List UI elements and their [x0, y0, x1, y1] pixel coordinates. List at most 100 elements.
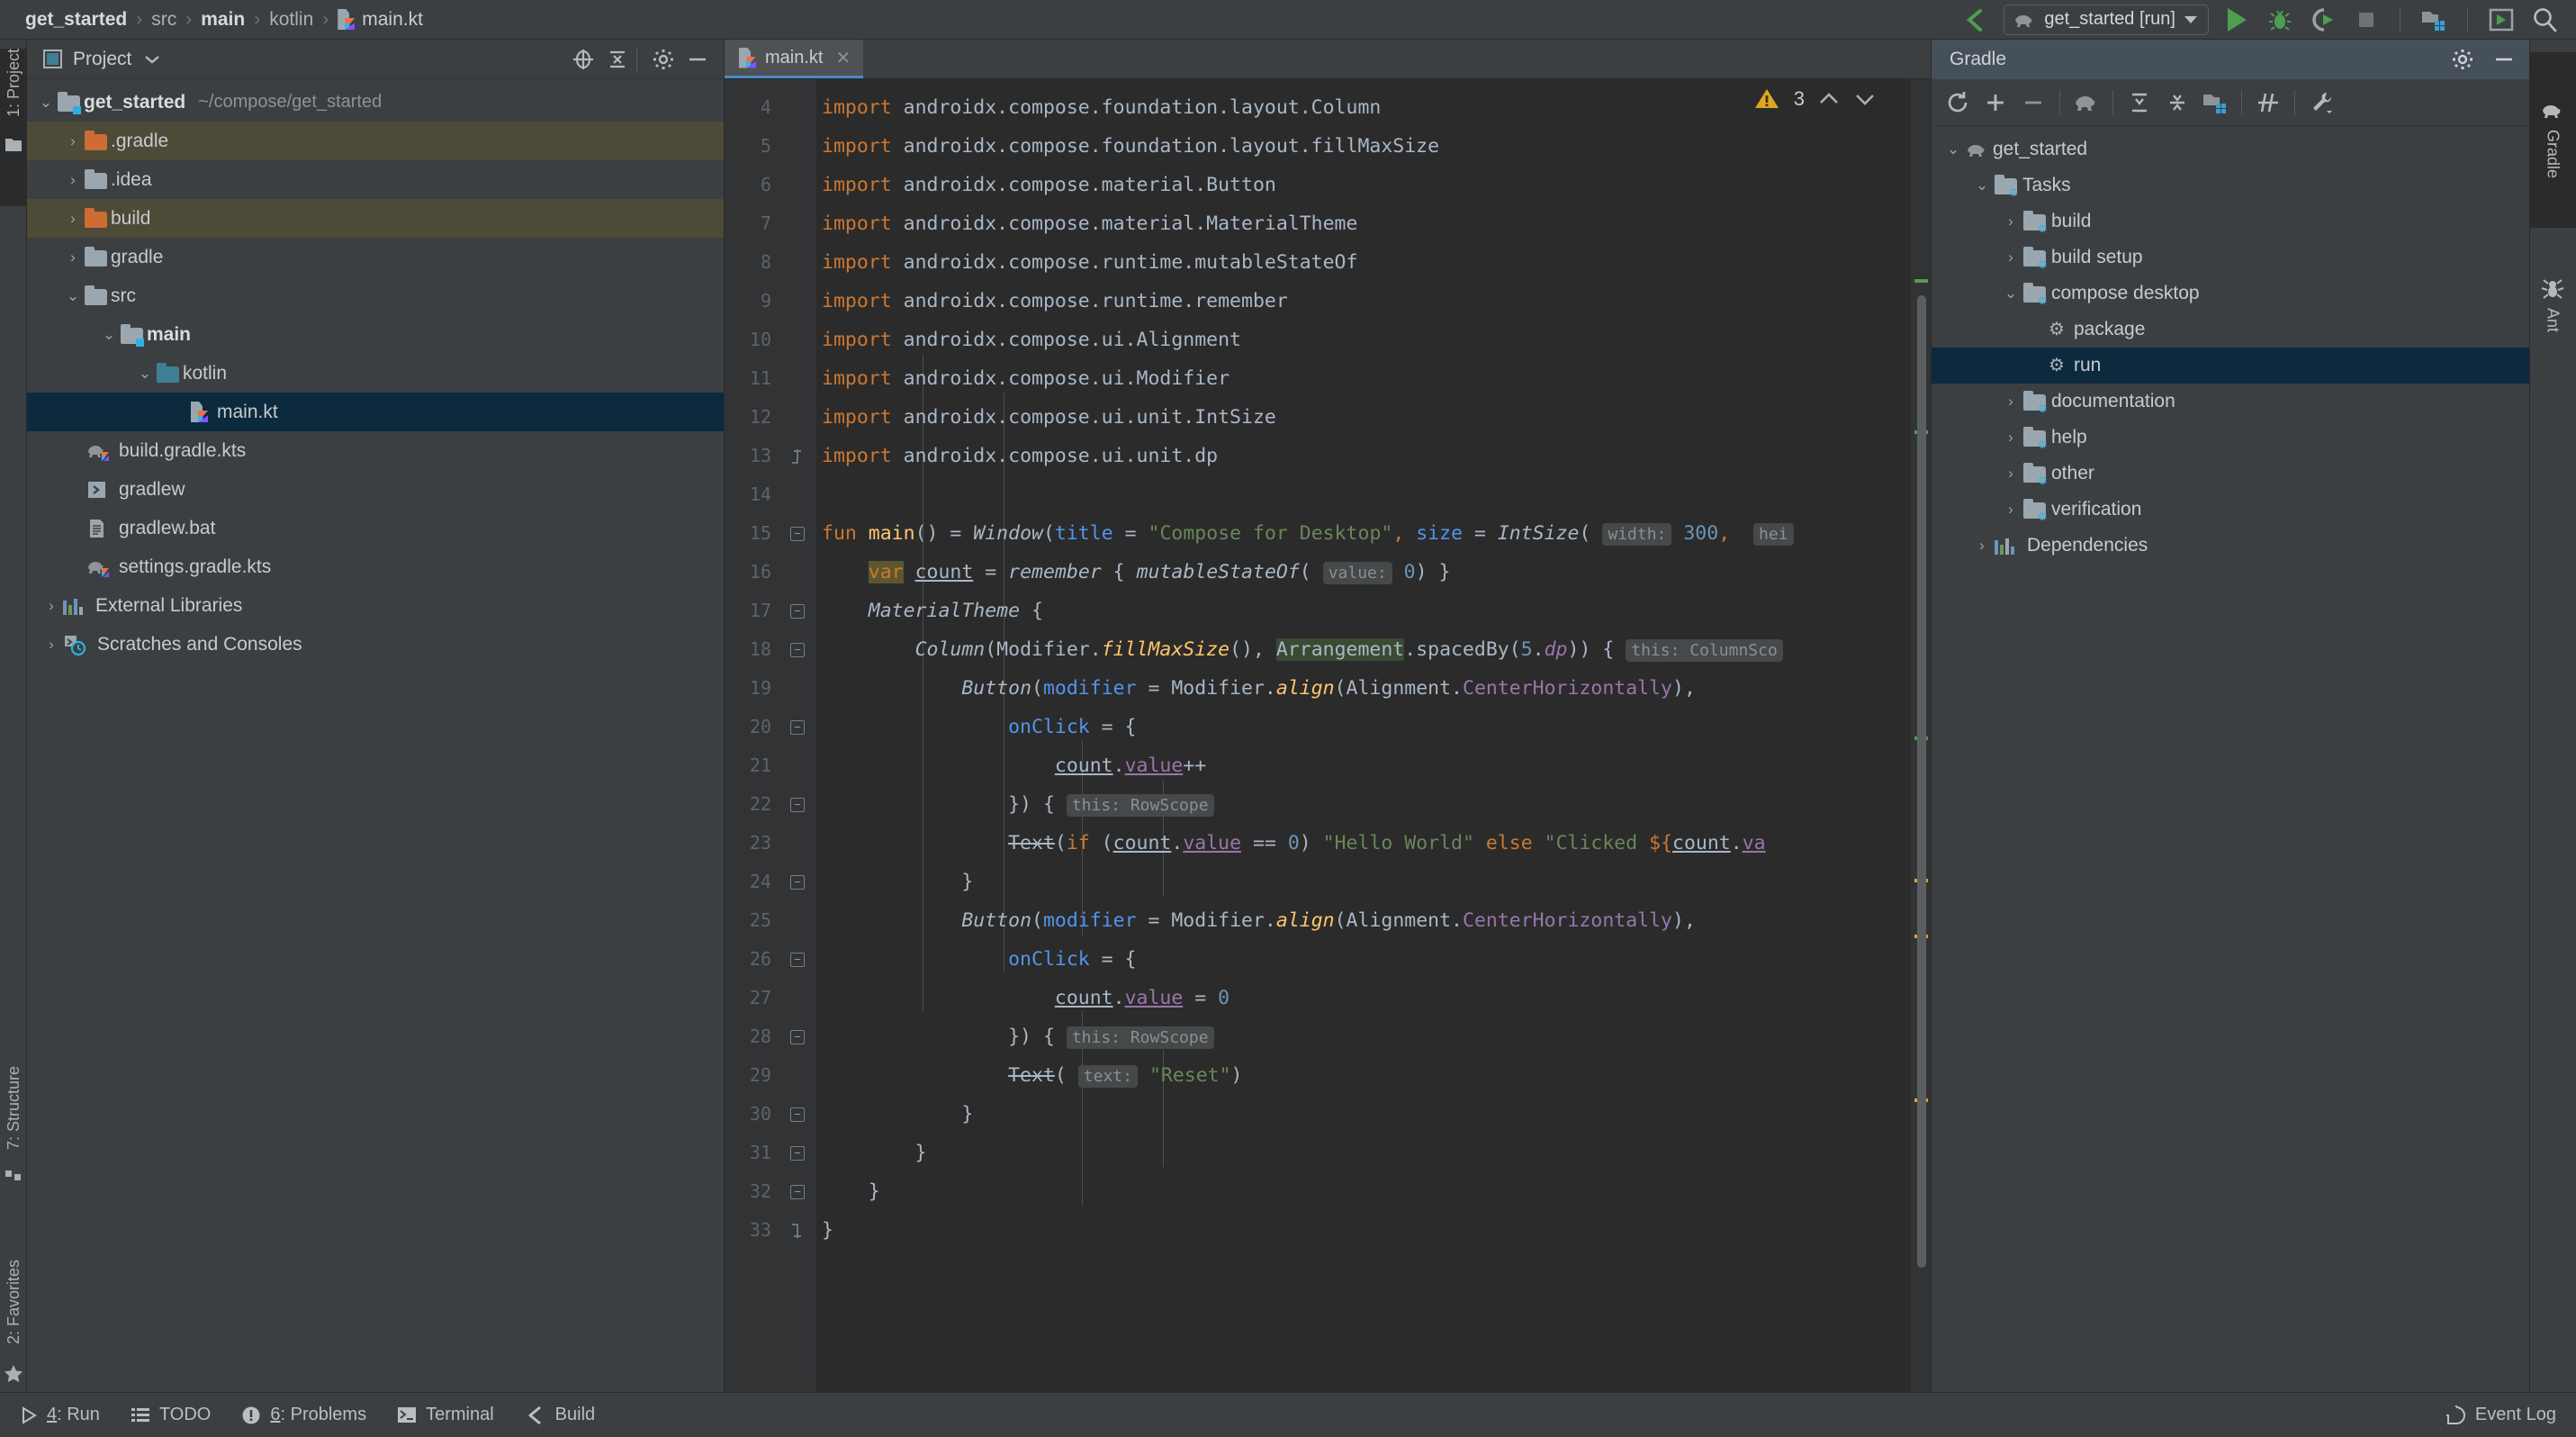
- fold-end-marker[interactable]: −: [779, 1017, 816, 1056]
- chevron-down-icon[interactable]: [1853, 90, 1877, 108]
- inspection-widget[interactable]: 3: [1754, 86, 1877, 112]
- gradle-tree-item-help[interactable]: › ⚙ help: [1932, 420, 2529, 456]
- editor-scrollbar-thumb[interactable]: [1917, 295, 1926, 1268]
- sidebar-item-project[interactable]: 1: Project: [0, 49, 27, 206]
- gear-icon[interactable]: [650, 46, 677, 73]
- run-button[interactable]: [2221, 5, 2252, 35]
- fold-end-marker[interactable]: [779, 1211, 816, 1250]
- chevron-right-icon[interactable]: ›: [61, 249, 85, 267]
- chevron-right-icon[interactable]: ›: [1998, 393, 2023, 411]
- fold-start-marker[interactable]: −: [779, 514, 816, 553]
- chevron-down-icon[interactable]: ⌄: [34, 94, 58, 112]
- remove-icon[interactable]: [2016, 86, 2050, 120]
- collapse-all-icon[interactable]: [604, 46, 631, 73]
- close-icon[interactable]: ✕: [835, 47, 851, 69]
- status-item-terminal[interactable]: Terminal: [397, 1405, 494, 1425]
- chevron-down-icon[interactable]: ⌄: [61, 287, 85, 305]
- gradle-tree-item-other[interactable]: › ⚙ other: [1932, 456, 2529, 492]
- tree-item-main[interactable]: ⌄ main: [27, 315, 724, 354]
- gradle-tree[interactable]: ⌄ get_started ⌄ ⚙ Tasks › ⚙ build › ⚙: [1932, 126, 2529, 1392]
- add-icon[interactable]: [1978, 86, 2013, 120]
- fold-end-marker[interactable]: −: [779, 785, 816, 824]
- tree-item-gradlew[interactable]: gradlew: [27, 470, 724, 509]
- chevron-right-icon[interactable]: ›: [1998, 429, 2023, 447]
- locate-icon[interactable]: [570, 46, 597, 73]
- tree-item-get-started[interactable]: ⌄ get_started ~/compose/get_started: [27, 83, 724, 122]
- chevron-up-icon[interactable]: [1817, 90, 1841, 108]
- chevron-down-icon[interactable]: ⌄: [97, 326, 121, 344]
- fold-end-marker[interactable]: [779, 437, 816, 475]
- tree-item-gradle[interactable]: › gradle: [27, 238, 724, 276]
- tree-item-external-libraries[interactable]: › External Libraries: [27, 586, 724, 625]
- run-with-coverage-button[interactable]: [2308, 5, 2338, 35]
- fold-start-marker[interactable]: −: [779, 940, 816, 979]
- breadcrumb-item-3[interactable]: kotlin: [262, 9, 320, 31]
- tree-item-src[interactable]: ⌄ src: [27, 276, 724, 315]
- stop-button[interactable]: [2351, 5, 2382, 35]
- tree-item-scratches-and-consoles[interactable]: › Scratches and Consoles: [27, 625, 724, 664]
- chevron-right-icon[interactable]: ›: [1969, 537, 1995, 555]
- chevron-down-icon[interactable]: ⌄: [133, 365, 157, 383]
- toggle-offline-icon[interactable]: [2251, 86, 2285, 120]
- sidebar-item-gradle[interactable]: Gradle: [2529, 52, 2576, 228]
- editor-canvas[interactable]: 4 5 6 7 8 9 10 11 12 13 14 15 16 17 18 1…: [725, 79, 1931, 1392]
- breadcrumb-item-file[interactable]: main.kt: [330, 9, 423, 31]
- breadcrumb-item-0[interactable]: get_started: [18, 9, 134, 31]
- gradle-tree-item-build-setup[interactable]: › ⚙ build setup: [1932, 240, 2529, 276]
- fold-end-marker[interactable]: −: [779, 1095, 816, 1134]
- settings-wrench-icon[interactable]: [2304, 86, 2338, 120]
- gradle-tree-item-documentation[interactable]: › ⚙ documentation: [1932, 384, 2529, 420]
- gradle-tree-item-package[interactable]: ⚙ package: [1932, 312, 2529, 348]
- chevron-right-icon[interactable]: ›: [61, 132, 85, 150]
- search-everywhere-icon[interactable]: [2529, 5, 2560, 35]
- hide-icon[interactable]: [684, 46, 711, 73]
- gradle-tree-item-build[interactable]: › ⚙ build: [1932, 203, 2529, 240]
- project-tree[interactable]: ⌄ get_started ~/compose/get_started › .g…: [27, 79, 724, 1392]
- fold-end-marker[interactable]: −: [779, 1134, 816, 1172]
- chevron-right-icon[interactable]: ›: [61, 171, 85, 189]
- run-configuration-selector[interactable]: get_started [run]: [2004, 5, 2209, 35]
- project-structure-icon[interactable]: [2198, 86, 2232, 120]
- preview-window-icon[interactable]: [2486, 5, 2517, 35]
- chevron-right-icon[interactable]: ›: [40, 597, 63, 615]
- gear-icon[interactable]: [2452, 49, 2473, 70]
- hide-icon[interactable]: [2493, 49, 2515, 70]
- status-item-todo[interactable]: TODO: [131, 1405, 211, 1425]
- chevron-down-icon[interactable]: ⌄: [1998, 285, 2023, 303]
- code-folding-gutter[interactable]: − − − − − − − − − − −: [779, 79, 816, 1392]
- tree-item-kotlin[interactable]: ⌄ kotlin: [27, 354, 724, 393]
- tree-item-main-kt[interactable]: main.kt: [27, 393, 724, 431]
- tree-item-gradlew-bat[interactable]: gradlew.bat: [27, 509, 724, 547]
- chevron-right-icon[interactable]: ›: [40, 636, 63, 654]
- chevron-right-icon[interactable]: ›: [1998, 249, 2023, 267]
- tree-item-build-gradle-kts[interactable]: build.gradle.kts: [27, 431, 724, 470]
- gradle-tree-item-compose-desktop[interactable]: ⌄ ⚙ compose desktop: [1932, 276, 2529, 312]
- tab-main-kt[interactable]: main.kt ✕: [725, 40, 863, 78]
- project-structure-icon[interactable]: [2418, 5, 2449, 35]
- code-text[interactable]: import androidx.compose.foundation.layou…: [816, 79, 1931, 1392]
- chevron-right-icon[interactable]: ›: [1998, 465, 2023, 483]
- debug-button[interactable]: [2265, 5, 2295, 35]
- gradle-tree-item-tasks[interactable]: ⌄ ⚙ Tasks: [1932, 167, 2529, 203]
- tree-item-dot-gradle[interactable]: › .gradle: [27, 122, 724, 160]
- gradle-tree-item-verification[interactable]: › ⚙ verification: [1932, 492, 2529, 528]
- chevron-right-icon[interactable]: ›: [1998, 501, 2023, 519]
- gradle-tree-item-run[interactable]: ⚙ run: [1932, 348, 2529, 384]
- chevron-back-icon[interactable]: [1960, 5, 1991, 35]
- sidebar-item-ant[interactable]: Ant: [2529, 233, 2576, 377]
- editor-marker-bar[interactable]: [1911, 79, 1931, 1392]
- collapse-all-icon[interactable]: [2160, 86, 2194, 120]
- breadcrumb-item-2[interactable]: main: [194, 9, 252, 31]
- fold-end-marker[interactable]: −: [779, 1172, 816, 1211]
- gradle-tree-item-get-started[interactable]: ⌄ get_started: [1932, 131, 2529, 167]
- chevron-right-icon[interactable]: ›: [1998, 212, 2023, 230]
- status-item-problems[interactable]: 6: Problems: [241, 1405, 366, 1425]
- chevron-down-icon[interactable]: ⌄: [1969, 176, 1995, 194]
- fold-start-marker[interactable]: −: [779, 592, 816, 630]
- tree-item-settings-gradle-kts[interactable]: settings.gradle.kts: [27, 547, 724, 586]
- execute-gradle-task-icon[interactable]: [2069, 86, 2103, 120]
- breadcrumb-item-1[interactable]: src: [144, 9, 184, 31]
- expand-all-icon[interactable]: [2122, 86, 2157, 120]
- fold-start-marker[interactable]: −: [779, 630, 816, 669]
- fold-start-marker[interactable]: −: [779, 708, 816, 746]
